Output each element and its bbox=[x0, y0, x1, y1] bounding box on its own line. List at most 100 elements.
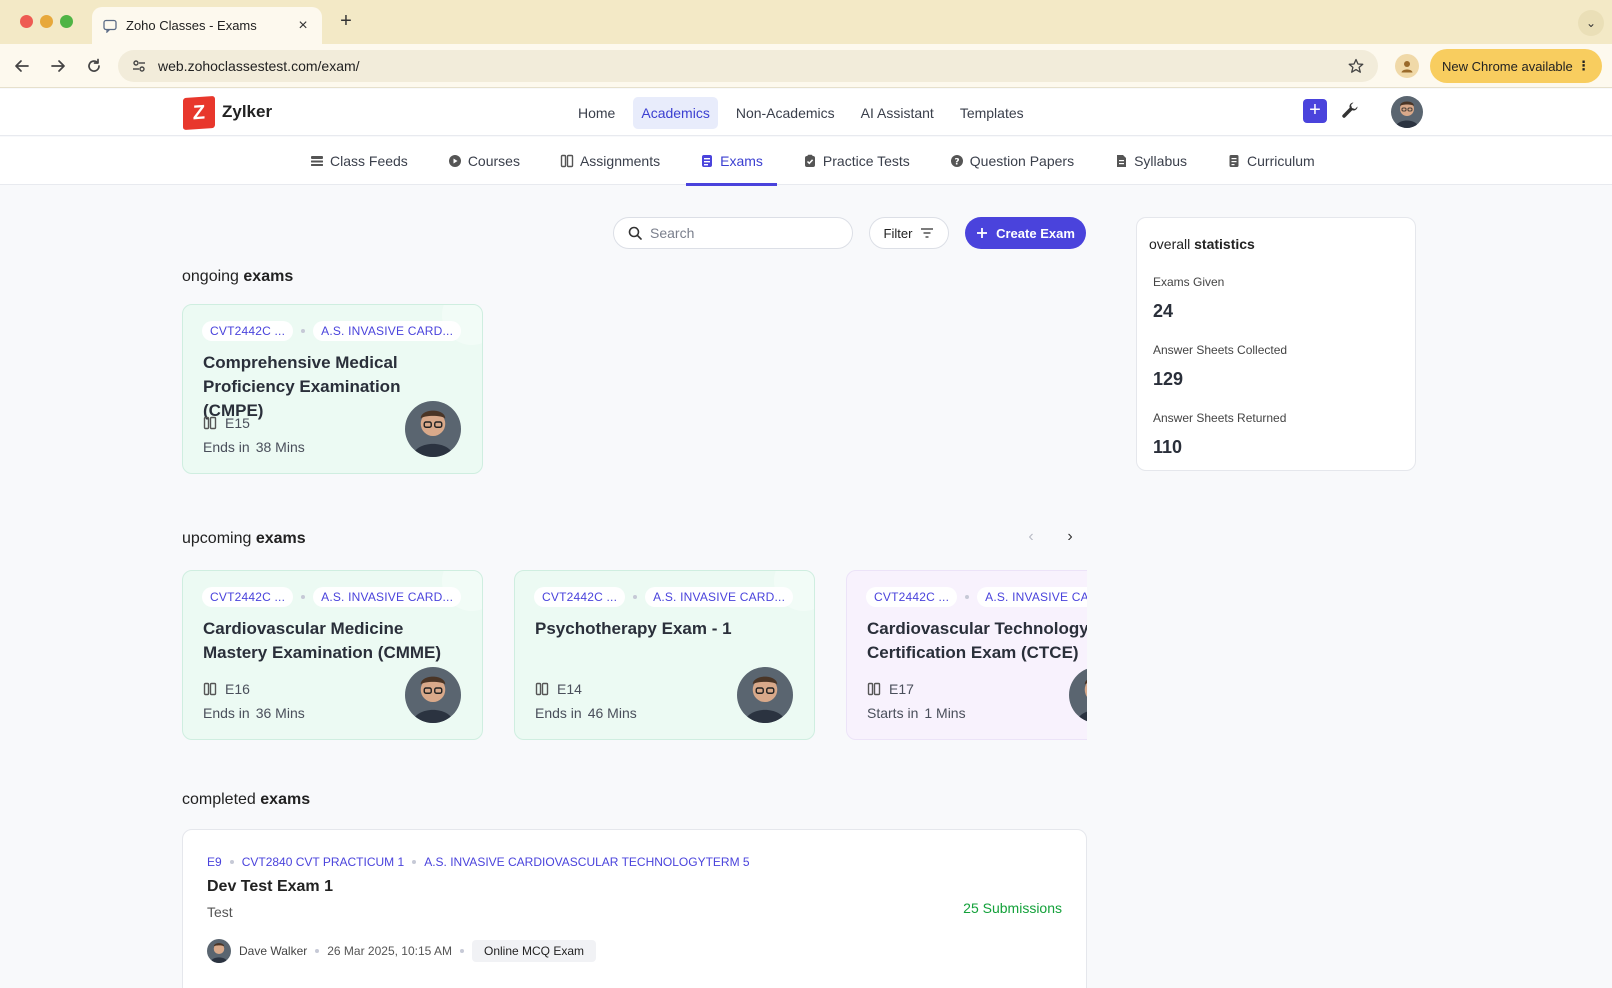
reload-icon[interactable] bbox=[82, 54, 106, 78]
exam-code-row: E16 bbox=[203, 681, 250, 697]
chrome-update-button[interactable]: New Chrome available ⋮ bbox=[1430, 49, 1602, 83]
tab-label: Question Papers bbox=[969, 153, 1075, 169]
chrome-update-label: New Chrome available bbox=[1442, 58, 1573, 74]
tab-search-chevron-icon[interactable]: ⌄ bbox=[1578, 10, 1604, 36]
exam-card[interactable]: CVT2442C ... A.S. INVASIVE CARD... Psych… bbox=[514, 570, 815, 740]
exam-code: E14 bbox=[557, 681, 582, 697]
overall-statistics-panel: overall statistics Exams Given 24 Answer… bbox=[1136, 217, 1416, 471]
tab-label: Courses bbox=[467, 153, 520, 169]
tab-title: Zoho Classes - Exams bbox=[126, 18, 257, 33]
tab-label: Practice Tests bbox=[822, 153, 910, 169]
create-exam-button[interactable]: Create Exam bbox=[965, 217, 1086, 249]
search-input[interactable] bbox=[650, 225, 830, 241]
user-avatar[interactable] bbox=[1391, 96, 1423, 128]
tab-close-icon[interactable]: × bbox=[294, 17, 312, 35]
filter-icon bbox=[921, 228, 934, 238]
top-nav-templates[interactable]: Templates bbox=[952, 97, 1032, 129]
top-nav-academics[interactable]: Academics bbox=[633, 97, 718, 129]
stat-value: 24 bbox=[1153, 301, 1174, 321]
sub-nav: Class Feeds Courses Assignments Exams Pr… bbox=[0, 137, 1612, 186]
app-header: Z Zylker Home Academics Non-Academics AI… bbox=[0, 89, 1612, 136]
profile-icon[interactable] bbox=[1395, 54, 1419, 78]
instructor-avatar bbox=[405, 401, 461, 457]
close-window-button[interactable] bbox=[20, 15, 33, 28]
exam-subtitle: Test bbox=[207, 904, 233, 920]
separator-dot bbox=[965, 595, 970, 599]
next-page-chevron-icon[interactable]: › bbox=[1061, 528, 1079, 546]
course-chip: CVT2442C ... bbox=[534, 587, 626, 607]
program-chip: A.S. INVASIVE CARD... bbox=[313, 321, 462, 341]
instructor-avatar bbox=[405, 667, 461, 723]
svg-text:?: ? bbox=[954, 158, 959, 168]
tab-courses[interactable]: Courses bbox=[434, 137, 534, 185]
completed-exam-card[interactable]: E9 CVT2840 CVT PRACTICUM 1 A.S. INVASIVE… bbox=[182, 829, 1087, 988]
tab-syllabus[interactable]: Syllabus bbox=[1100, 137, 1201, 185]
new-tab-button[interactable]: + bbox=[334, 10, 358, 34]
author-name: Dave Walker bbox=[239, 944, 308, 958]
quick-add-button[interactable]: + bbox=[1303, 99, 1327, 123]
wrench-icon[interactable] bbox=[1341, 101, 1361, 121]
program-name: A.S. INVASIVE CARDIOVASCULAR TECHNOLOGYT… bbox=[424, 855, 750, 869]
feed-icon bbox=[311, 156, 323, 166]
filter-button[interactable]: Filter bbox=[869, 217, 949, 249]
separator-dot bbox=[460, 949, 464, 953]
top-nav-home[interactable]: Home bbox=[570, 97, 623, 129]
browser-tab[interactable]: Zoho Classes - Exams × bbox=[92, 7, 322, 44]
exam-code-row: E14 bbox=[535, 681, 582, 697]
exam-card[interactable]: CVT2442C ... A.S. INVASIVE CARD... Cardi… bbox=[182, 570, 483, 740]
exam-title: Cardiovascular Technology Certification … bbox=[867, 619, 1087, 662]
exam-code: E17 bbox=[889, 681, 914, 697]
site-settings-icon[interactable] bbox=[130, 57, 148, 75]
back-arrow-icon[interactable] bbox=[10, 54, 34, 78]
exam-code-row: E17 bbox=[867, 681, 914, 697]
minimize-window-button[interactable] bbox=[40, 15, 53, 28]
filter-label: Filter bbox=[883, 225, 913, 241]
course-chip: CVT2442C ... bbox=[202, 587, 294, 607]
instructor-avatar bbox=[1069, 667, 1087, 723]
top-nav: Home Academics Non-Academics AI Assistan… bbox=[570, 97, 1032, 129]
play-circle-icon bbox=[448, 155, 461, 167]
exam-meta: Dave Walker 26 Mar 2025, 10:15 AM Online… bbox=[207, 939, 597, 963]
stat-label: Answer Sheets Collected bbox=[1153, 343, 1288, 357]
url-field[interactable]: web.zohoclassestest.com/exam/ bbox=[118, 50, 1378, 82]
book-icon bbox=[203, 682, 217, 696]
exam-code: E16 bbox=[225, 681, 250, 697]
search-field[interactable] bbox=[613, 217, 853, 249]
tab-question-papers[interactable]: ? Question Papers bbox=[936, 137, 1088, 185]
book-icon bbox=[203, 416, 217, 430]
bookmark-star-icon[interactable] bbox=[1346, 58, 1366, 74]
tab-label: Exams bbox=[720, 153, 763, 169]
forward-arrow-icon[interactable] bbox=[46, 54, 70, 78]
tab-label: Assignments bbox=[579, 153, 661, 169]
url-text: web.zohoclassestest.com/exam/ bbox=[158, 58, 360, 74]
maximize-window-button[interactable] bbox=[60, 15, 73, 28]
separator-dot bbox=[633, 595, 638, 599]
exam-document-icon bbox=[702, 155, 713, 167]
clipboard-check-icon bbox=[804, 154, 815, 167]
top-nav-non-academics[interactable]: Non-Academics bbox=[728, 97, 843, 129]
stat-value: 110 bbox=[1153, 437, 1183, 457]
author-avatar bbox=[207, 939, 231, 963]
upcoming-section-title: upcoming exams bbox=[182, 530, 306, 547]
stat-label: Exams Given bbox=[1153, 275, 1225, 289]
tab-label: Curriculum bbox=[1247, 153, 1315, 169]
tab-practice-tests[interactable]: Practice Tests bbox=[789, 137, 924, 185]
tab-curriculum[interactable]: Curriculum bbox=[1213, 137, 1329, 185]
course-chip: CVT2442C ... bbox=[866, 587, 958, 607]
tab-assignments[interactable]: Assignments bbox=[546, 137, 674, 185]
submissions-count[interactable]: 25 Submissions bbox=[963, 900, 1062, 916]
tab-exams[interactable]: Exams bbox=[686, 137, 777, 186]
question-circle-icon: ? bbox=[950, 155, 963, 168]
tab-label: Syllabus bbox=[1134, 153, 1188, 169]
course-chip: CVT2442C ... bbox=[202, 321, 294, 341]
prev-page-chevron-icon[interactable]: ‹ bbox=[1022, 528, 1040, 546]
program-chip: A.S. INVASIVE CARD... bbox=[313, 587, 462, 607]
tab-class-feeds[interactable]: Class Feeds bbox=[296, 137, 422, 185]
create-exam-label: Create Exam bbox=[996, 225, 1075, 241]
stat-value: 129 bbox=[1153, 369, 1184, 389]
brand-name[interactable]: Zylker bbox=[222, 102, 272, 122]
brand-logo[interactable]: Z bbox=[183, 95, 215, 131]
exam-card[interactable]: CVT2442C ... A.S. INVASIVE CA Cardiovasc… bbox=[846, 570, 1087, 740]
exam-card[interactable]: CVT2442C ... A.S. INVASIVE CARD... Compr… bbox=[182, 304, 483, 474]
top-nav-ai-assistant[interactable]: AI Assistant bbox=[853, 97, 942, 129]
